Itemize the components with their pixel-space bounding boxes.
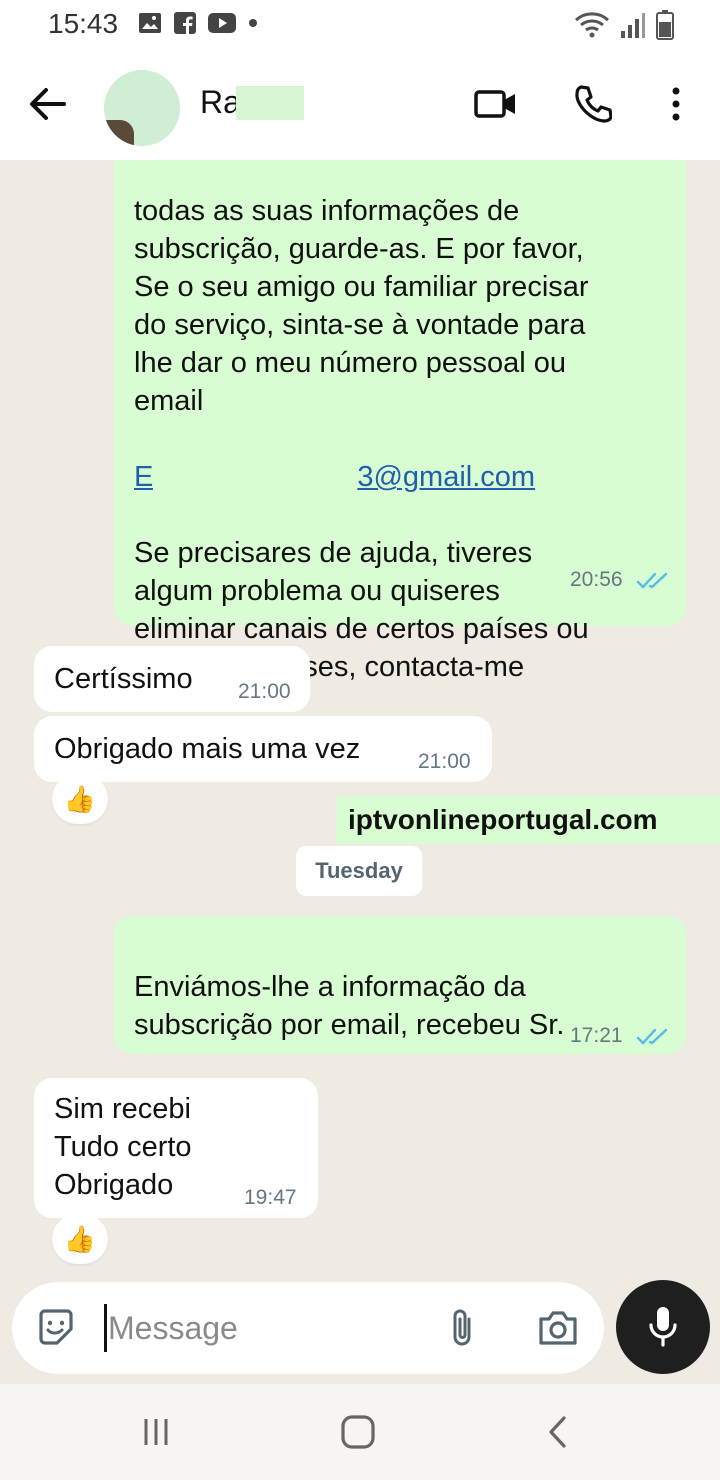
message-text: Certíssimo — [54, 663, 193, 695]
message-bubble-incoming[interactable]: Obrigado mais uma vez 21:00 — [34, 716, 492, 782]
message-bubble-incoming[interactable]: Certíssimo 21:00 — [34, 646, 310, 712]
day-divider: Tuesday — [296, 846, 422, 896]
voice-call-button[interactable] — [568, 80, 616, 128]
contact-name[interactable]: Ra — [200, 84, 241, 121]
message-text: Obrigado mais uma vez — [54, 733, 361, 765]
message-time: 17:21 — [570, 1024, 623, 1047]
facebook-icon — [174, 12, 196, 34]
back-button[interactable] — [28, 84, 68, 124]
video-call-icon — [474, 90, 515, 118]
reaction-badge[interactable]: 👍 — [52, 774, 108, 824]
wifi-icon — [575, 12, 609, 38]
mic-button[interactable] — [616, 1280, 710, 1374]
status-icons-right — [574, 10, 674, 40]
message-time: 21:00 — [238, 680, 291, 703]
status-time: 15:43 — [48, 8, 119, 39]
status-icons-left — [138, 12, 258, 34]
message-time: 20:56 — [570, 568, 623, 591]
message-text: todas as suas informações de subscrição,… — [134, 195, 589, 417]
phone-icon — [575, 85, 612, 123]
chat-area[interactable]: todas as suas informações de subscrição,… — [0, 160, 720, 1280]
message-time: 19:47 — [244, 1186, 297, 1209]
name-redaction — [236, 86, 304, 120]
chat-header: Ra — [0, 50, 720, 160]
message-bubble-outgoing[interactable]: Enviámos-lhe a informação da subscrição … — [114, 916, 686, 1117]
youtube-icon — [208, 13, 236, 33]
signal-icon — [621, 13, 645, 38]
attach-icon — [453, 1309, 471, 1346]
video-call-button[interactable] — [472, 80, 520, 128]
back-icon — [549, 1416, 566, 1448]
sticker-button[interactable] — [32, 1304, 80, 1352]
attach-button[interactable] — [438, 1304, 486, 1352]
message-time: 21:00 — [418, 750, 471, 773]
text-cursor — [104, 1304, 107, 1352]
read-ticks-icon — [636, 572, 668, 589]
avatar[interactable] — [104, 70, 180, 146]
system-nav-bar — [0, 1384, 720, 1480]
more-vert-icon — [672, 87, 680, 121]
read-ticks-icon — [636, 1028, 668, 1045]
camera-button[interactable] — [534, 1304, 582, 1352]
thumbs-up-icon: 👍 — [63, 783, 97, 814]
thumbs-up-icon: 👍 — [63, 1223, 97, 1254]
mic-icon — [649, 1307, 677, 1347]
home-icon — [341, 1415, 375, 1449]
camera-icon — [539, 1311, 577, 1345]
dot-icon — [249, 19, 257, 27]
back-arrow-icon — [30, 88, 66, 120]
message-input[interactable] — [108, 1304, 428, 1352]
more-options-button[interactable] — [652, 80, 700, 128]
message-composer — [12, 1282, 604, 1374]
nav-back-button[interactable] — [536, 1410, 580, 1454]
battery-icon — [656, 10, 674, 40]
home-button[interactable] — [336, 1410, 380, 1454]
message-bubble-incoming[interactable]: Sim recebi Tudo certo Obrigado 19:47 — [34, 1078, 318, 1218]
status-bar: 15:43 — [0, 0, 720, 50]
gallery-icon — [139, 13, 161, 33]
email-link[interactable]: E 3@gmail.com — [134, 460, 535, 493]
message-text: Sim recebi Tudo certo Obrigado — [54, 1093, 192, 1201]
reaction-badge[interactable]: 👍 — [52, 1214, 108, 1264]
message-text: Enviámos-lhe a informação da subscrição … — [134, 971, 565, 1041]
sticker-icon — [39, 1309, 73, 1345]
watermark-text: iptvonlineportugal.com — [336, 796, 720, 844]
recents-icon — [144, 1419, 168, 1445]
message-bubble-outgoing[interactable]: todas as suas informações de subscrição,… — [114, 160, 686, 683]
recents-button[interactable] — [134, 1410, 178, 1454]
